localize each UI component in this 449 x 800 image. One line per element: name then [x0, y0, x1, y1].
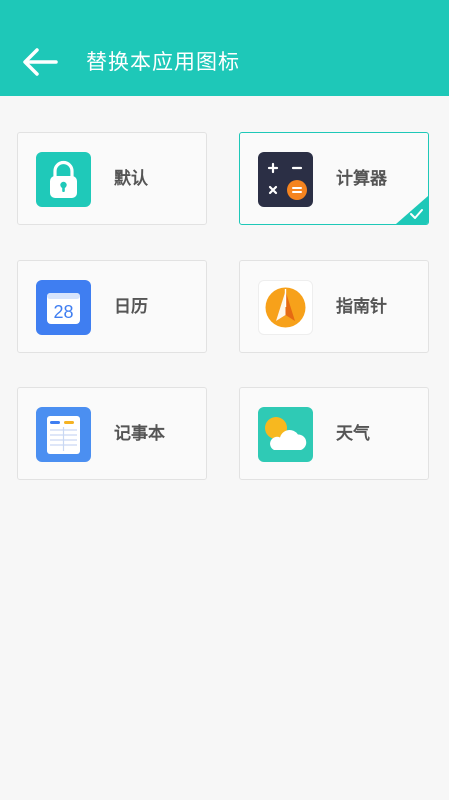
- icon-label: 指南针: [336, 297, 387, 317]
- icon-label: 计算器: [336, 169, 387, 189]
- calculator-icon: [258, 152, 313, 207]
- notepad-icon: [36, 407, 91, 462]
- app-header: 替换本应用图标: [0, 0, 449, 96]
- icon-label: 天气: [336, 424, 370, 444]
- lock-icon: [36, 152, 91, 207]
- icon-option-default[interactable]: 默认: [17, 132, 207, 225]
- compass-icon: [258, 280, 313, 335]
- icon-option-weather[interactable]: 天气: [239, 387, 429, 480]
- icon-option-calculator[interactable]: 计算器: [239, 132, 429, 225]
- weather-icon: [258, 407, 313, 462]
- icon-option-notepad[interactable]: 记事本: [17, 387, 207, 480]
- icon-option-calendar[interactable]: 28 日历: [17, 260, 207, 353]
- calendar-day: 28: [53, 302, 73, 322]
- icon-option-compass[interactable]: 指南针: [239, 260, 429, 353]
- calendar-icon: 28: [36, 280, 91, 335]
- icon-label: 日历: [114, 297, 148, 317]
- icon-label: 默认: [114, 169, 148, 189]
- icon-label: 记事本: [114, 424, 165, 444]
- arrow-left-icon: [23, 48, 58, 76]
- back-button[interactable]: [20, 42, 62, 82]
- page-title: 替换本应用图标: [86, 50, 240, 74]
- check-icon: [396, 196, 428, 224]
